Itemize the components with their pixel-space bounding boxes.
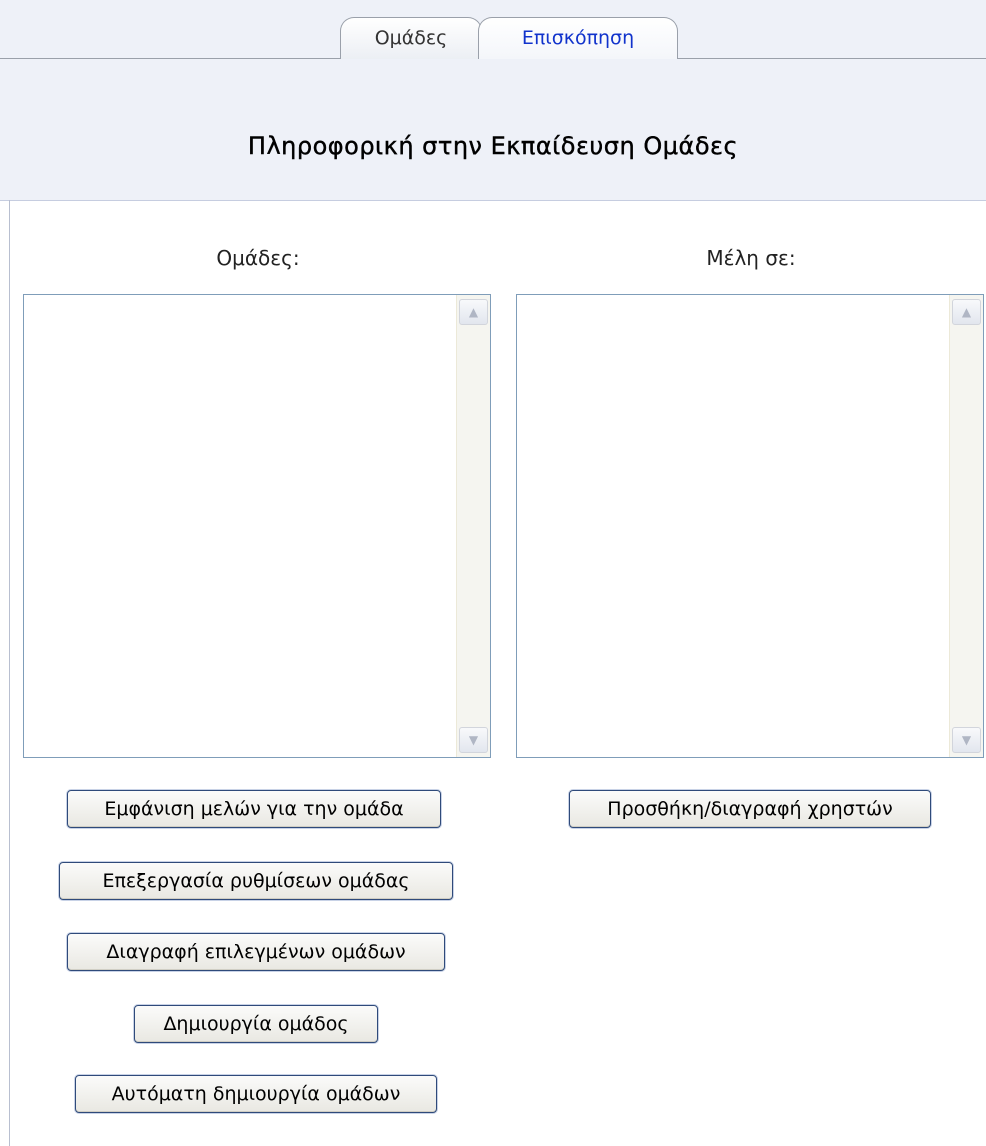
create-group-button[interactable]: Δημιουργία ομάδος bbox=[134, 1005, 378, 1043]
header-band: Ομάδες Επισκόπηση Πληροφορική στην Εκπαί… bbox=[0, 0, 986, 201]
chevron-up-icon[interactable]: ▲ bbox=[952, 299, 981, 325]
tab-groups[interactable]: Ομάδες bbox=[340, 17, 482, 59]
tab-overview[interactable]: Επισκόπηση bbox=[478, 17, 678, 59]
chevron-down-icon[interactable]: ▼ bbox=[952, 727, 981, 753]
add-remove-users-button[interactable]: Προσθήκη/διαγραφή χρηστών bbox=[569, 790, 931, 828]
groups-list-label: Ομάδες: bbox=[216, 246, 300, 270]
groups-page: Ομάδες Επισκόπηση Πληροφορική στην Εκπαί… bbox=[0, 0, 986, 1146]
show-members-button[interactable]: Εμφάνιση μελών για την ομάδα bbox=[67, 790, 441, 828]
groups-list-scrollbar[interactable]: ▲ ▼ bbox=[456, 295, 490, 757]
groups-listbox[interactable]: ▲ ▼ bbox=[23, 294, 491, 758]
members-list-label: Μέλη σε: bbox=[706, 246, 796, 270]
delete-selected-groups-button[interactable]: Διαγραφή επιλεγμένων ομάδων bbox=[67, 933, 445, 971]
members-list-scrollbar[interactable]: ▲ ▼ bbox=[949, 295, 983, 757]
chevron-down-icon[interactable]: ▼ bbox=[459, 727, 488, 753]
chevron-up-icon[interactable]: ▲ bbox=[459, 299, 488, 325]
auto-create-groups-button[interactable]: Αυτόματη δημιουργία ομάδων bbox=[75, 1075, 437, 1113]
members-listbox[interactable]: ▲ ▼ bbox=[516, 294, 984, 758]
content-left-border bbox=[9, 200, 10, 1146]
edit-group-settings-button[interactable]: Επεξεργασία ρυθμίσεων ομάδας bbox=[59, 862, 453, 900]
page-title: Πληροφορική στην Εκπαίδευση Ομάδες bbox=[247, 132, 739, 160]
